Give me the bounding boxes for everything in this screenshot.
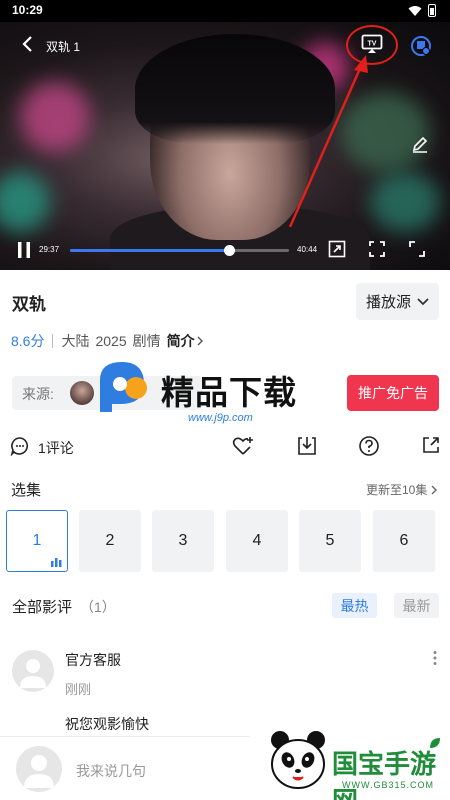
video-player[interactable]: 双轨 1 TV 29:37 40:44 <box>0 22 450 270</box>
fullscreen-icon[interactable] <box>408 240 426 258</box>
back-icon[interactable] <box>18 34 38 54</box>
reviews-title: 全部影评 <box>12 599 73 616</box>
wifi-icon <box>408 5 422 16</box>
episode-item[interactable]: 3 <box>152 510 214 572</box>
source-label: 来源: <box>22 386 54 402</box>
source-avatar <box>70 381 94 405</box>
pause-icon[interactable] <box>17 241 31 259</box>
download-icon[interactable] <box>296 435 318 457</box>
episode-item[interactable]: 6 <box>373 510 435 572</box>
reviews-count: （1） <box>80 599 116 615</box>
bokeh-light <box>20 82 90 152</box>
play-source-label: 播放源 <box>365 294 411 311</box>
bokeh-light <box>370 172 440 232</box>
review-author[interactable]: 官方客服 <box>65 650 121 670</box>
show-title: 双轨 <box>12 295 46 314</box>
leaf-icon <box>430 738 440 748</box>
heart-plus-icon[interactable] <box>232 435 254 457</box>
help-icon[interactable] <box>358 435 380 457</box>
intro-label: 简介 <box>166 333 195 349</box>
watermark2-url: WWW.GB315.COM <box>342 780 435 790</box>
episodes-update-text: 更新至10集 <box>366 483 428 497</box>
profile-icon[interactable] <box>410 35 432 57</box>
avatar[interactable] <box>12 650 54 692</box>
status-bar: 10:29 <box>0 0 450 22</box>
intro-link[interactable]: 简介 <box>167 331 203 351</box>
chevron-right-icon <box>197 336 203 346</box>
episode-number: 5 <box>325 532 335 549</box>
crop-icon[interactable] <box>368 240 386 258</box>
player-title: 双轨 1 <box>46 40 81 54</box>
show-meta: 8.6分 大陆 2025 剧情 简介 <box>11 331 203 351</box>
status-time: 10:29 <box>12 3 43 17</box>
default-avatar-icon <box>20 659 46 688</box>
chevron-right-icon <box>431 485 438 494</box>
episodes-title: 选集 <box>11 482 42 499</box>
year: 2025 <box>95 333 127 349</box>
episodes-update[interactable]: 更新至10集 <box>366 481 438 498</box>
episode-number: 2 <box>105 532 115 549</box>
bokeh-light <box>0 172 50 232</box>
status-icons <box>408 4 436 17</box>
review-text: 祝您观影愉快 <box>65 716 149 732</box>
total-time: 40:44 <box>297 245 318 254</box>
review-time: 刚刚 <box>65 682 92 697</box>
episode-list: 1 2 3 4 5 6 <box>6 510 450 573</box>
bokeh-light <box>340 92 430 172</box>
watermark-text: 精品下载 <box>161 373 297 412</box>
episode-item[interactable]: 2 <box>79 510 141 572</box>
episode-item[interactable]: 5 <box>299 510 361 572</box>
panda-logo-icon <box>271 731 325 789</box>
meta-divider <box>52 334 54 348</box>
player-topbar: 双轨 1 TV <box>0 22 450 153</box>
default-avatar-icon <box>24 755 54 788</box>
watermark2-text: 国宝手游网 <box>332 750 437 800</box>
battery-icon <box>428 4 436 17</box>
sort-new-button[interactable]: 最新 <box>394 593 439 618</box>
chevron-down-icon <box>417 297 429 305</box>
share-icon[interactable] <box>421 435 441 455</box>
play-source-button[interactable]: 播放源 <box>356 283 439 320</box>
comment-icon[interactable] <box>10 436 30 456</box>
comment-input[interactable]: 我来说几句 <box>76 761 146 781</box>
annotation-circle <box>346 25 398 65</box>
watermark-overlay: 国宝手游网 WWW.GB315.COM <box>250 720 450 800</box>
genre: 剧情 <box>132 333 161 349</box>
progress-bar[interactable] <box>70 245 289 256</box>
episode-item[interactable]: 1 <box>6 510 68 572</box>
promo-button[interactable]: 推广免广告 <box>347 375 439 411</box>
region: 大陆 <box>61 333 90 349</box>
episode-number: 3 <box>178 532 188 549</box>
watermark-url: www.j9p.com <box>188 412 253 424</box>
episode-number: 6 <box>399 532 409 549</box>
pip-icon[interactable] <box>328 240 346 258</box>
progress-fill <box>70 249 230 252</box>
avatar <box>16 746 62 792</box>
episode-number: 1 <box>32 532 42 549</box>
edit-icon[interactable] <box>410 134 430 154</box>
episode-number: 4 <box>252 532 262 549</box>
sort-hot-button[interactable]: 最热 <box>332 593 377 618</box>
episode-item[interactable]: 4 <box>226 510 288 572</box>
current-time: 29:37 <box>39 245 60 254</box>
rating: 8.6分 <box>11 333 45 349</box>
comment-count[interactable]: 1评论 <box>38 438 74 458</box>
playing-icon <box>51 558 62 567</box>
player-controls: 29:37 40:44 <box>0 234 450 270</box>
action-row: 1评论 <box>0 430 450 460</box>
more-icon[interactable] <box>432 650 438 666</box>
progress-knob[interactable] <box>224 245 236 256</box>
